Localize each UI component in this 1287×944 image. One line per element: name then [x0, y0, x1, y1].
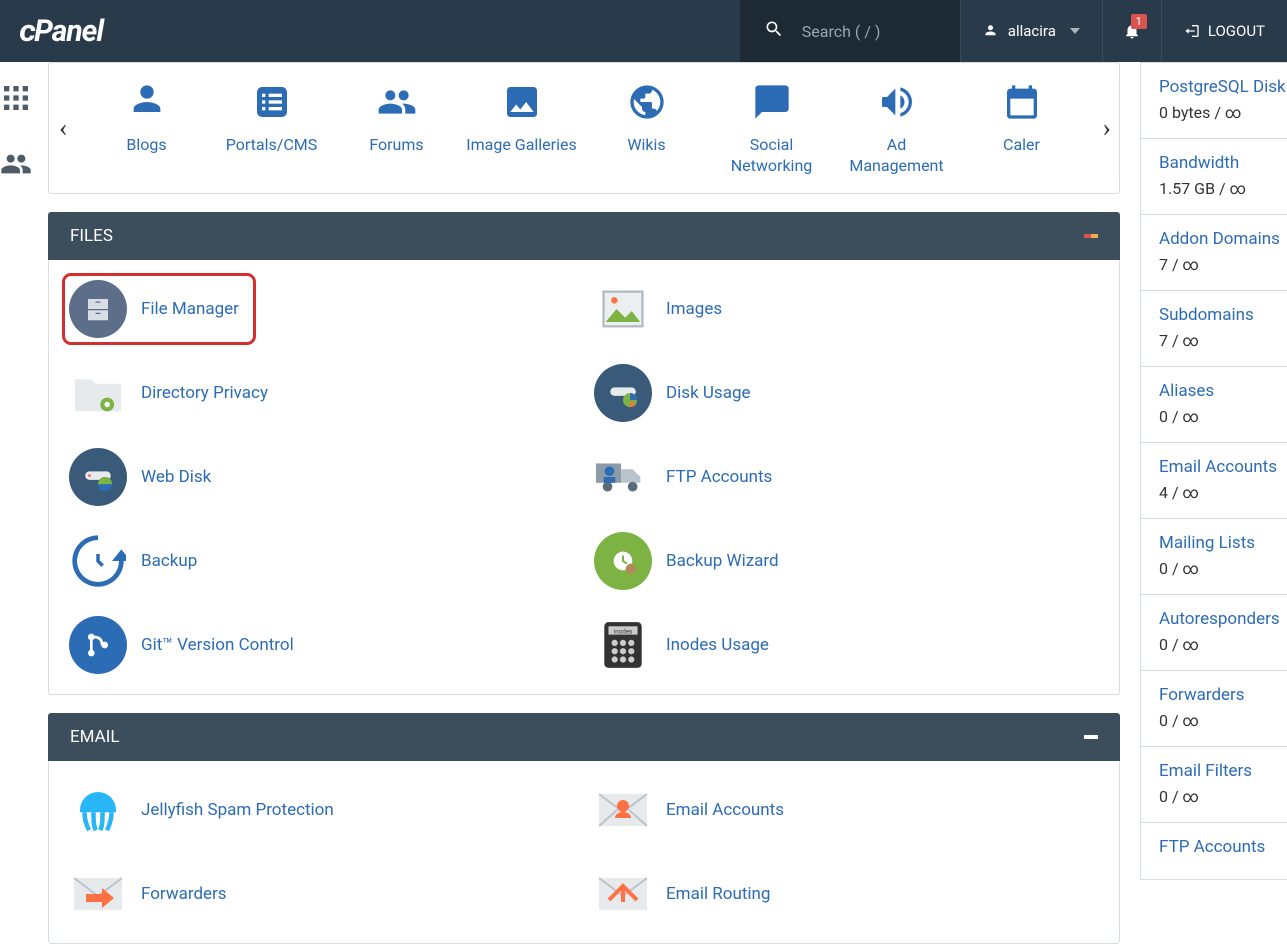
email-section-header[interactable]: EMAIL	[48, 713, 1120, 761]
envelope-route-icon	[595, 873, 651, 915]
git-link[interactable]: Git™ Version Control	[69, 616, 574, 674]
list-icon	[252, 82, 292, 122]
app-ad[interactable]: Ad Management	[839, 77, 954, 177]
files-section-header[interactable]: FILES	[48, 212, 1120, 260]
folder-eye-icon	[70, 370, 126, 416]
notification-badge: 1	[1131, 14, 1147, 29]
search-input[interactable]	[802, 22, 932, 41]
jellyfish-icon	[71, 783, 125, 837]
stat-mailing-lists[interactable]: Mailing Lists0 / ∞	[1140, 519, 1287, 595]
email-accounts-link[interactable]: Email Accounts	[594, 781, 1099, 839]
backup-wizard-link[interactable]: Backup Wizard	[594, 532, 1099, 590]
truck-icon	[594, 457, 652, 497]
envelope-arrow-icon	[70, 873, 126, 915]
side-nav	[0, 62, 32, 944]
email-section-body: Jellyfish Spam Protection Email Accounts…	[48, 761, 1120, 944]
images-icon	[597, 283, 649, 335]
megaphone-icon	[877, 82, 917, 122]
calculator-icon: inodes	[598, 618, 648, 672]
user-menu[interactable]: allacira	[960, 0, 1102, 62]
stats-sidebar: PostgreSQL Disk Usage0 bytes / ∞ Bandwid…	[1140, 62, 1287, 944]
users-icon[interactable]	[0, 148, 32, 184]
web-disk-link[interactable]: Web Disk	[69, 448, 574, 506]
stat-postgresql[interactable]: PostgreSQL Disk Usage0 bytes / ∞	[1140, 62, 1287, 139]
stat-email-filters[interactable]: Email Filters0 / ∞	[1140, 747, 1287, 823]
git-icon	[82, 629, 114, 661]
stat-email-accounts[interactable]: Email Accounts4 / ∞	[1140, 443, 1287, 519]
files-section-body: File Manager Images Directory Privacy Di…	[48, 260, 1120, 695]
app-social[interactable]: Social Networking	[714, 77, 829, 177]
collapse-icon	[1084, 735, 1098, 739]
blog-icon	[127, 82, 167, 122]
app-wikis[interactable]: Wikis	[589, 77, 704, 177]
stat-subdomains[interactable]: Subdomains7 / ∞	[1140, 291, 1287, 367]
group-icon	[377, 82, 417, 122]
chat-icon	[752, 82, 792, 122]
search-box[interactable]	[740, 0, 960, 62]
app-forums[interactable]: Forums	[339, 77, 454, 177]
username: allacira	[1008, 22, 1056, 40]
svg-text:inodes: inodes	[614, 627, 633, 635]
apps-carousel: ‹ › Blogs Portals/CMS Forums Image Galle…	[48, 62, 1120, 194]
globe-icon	[627, 82, 667, 122]
file-cabinet-icon	[83, 294, 113, 324]
stat-ftp-accounts[interactable]: FTP Accounts	[1140, 823, 1287, 880]
directory-privacy-link[interactable]: Directory Privacy	[69, 364, 574, 422]
jellyfish-link[interactable]: Jellyfish Spam Protection	[69, 781, 574, 839]
inodes-link[interactable]: inodes Inodes Usage	[594, 616, 1099, 674]
calendar-icon	[1002, 82, 1042, 122]
app-blogs[interactable]: Blogs	[89, 77, 204, 177]
app-gallery[interactable]: Image Galleries	[464, 77, 579, 177]
backup-clock-icon	[70, 533, 126, 589]
app-portals[interactable]: Portals/CMS	[214, 77, 329, 177]
logout-button[interactable]: LOGOUT	[1161, 0, 1287, 62]
stat-autoresponders[interactable]: Autoresponders0 / ∞	[1140, 595, 1287, 671]
search-icon	[764, 19, 784, 43]
collapse-icon	[1084, 234, 1098, 238]
stat-aliases[interactable]: Aliases0 / ∞	[1140, 367, 1287, 443]
caret-down-icon	[1070, 28, 1080, 34]
disk-pie-icon	[606, 376, 640, 410]
disk-usage-link[interactable]: Disk Usage	[594, 364, 1099, 422]
ftp-accounts-link[interactable]: FTP Accounts	[594, 448, 1099, 506]
file-manager-link[interactable]: File Manager	[69, 280, 249, 338]
grid-icon[interactable]	[0, 82, 32, 118]
email-routing-link[interactable]: Email Routing	[594, 865, 1099, 923]
forwarders-link[interactable]: Forwarders	[69, 865, 574, 923]
backup-link[interactable]: Backup	[69, 532, 574, 590]
stat-bandwidth[interactable]: Bandwidth1.57 GB / ∞	[1140, 139, 1287, 215]
logout-icon	[1184, 23, 1200, 39]
images-link[interactable]: Images	[594, 280, 1099, 338]
wizard-clock-icon	[607, 545, 639, 577]
notifications-button[interactable]: 1	[1102, 0, 1161, 62]
user-icon	[983, 24, 998, 39]
stat-forwarders[interactable]: Forwarders0 / ∞	[1140, 671, 1287, 747]
app-calendar[interactable]: Caler	[964, 77, 1079, 177]
image-icon	[502, 82, 542, 122]
stat-addon-domains[interactable]: Addon Domains7 / ∞	[1140, 215, 1287, 291]
carousel-next-button[interactable]: ›	[1102, 113, 1111, 143]
top-bar: ccPanelPanel allacira 1 LOGOUT	[0, 0, 1287, 62]
envelope-user-icon	[595, 789, 651, 831]
logo[interactable]: ccPanelPanel	[0, 14, 123, 49]
server-globe-icon	[81, 460, 115, 494]
carousel-prev-button[interactable]: ‹	[59, 113, 68, 143]
